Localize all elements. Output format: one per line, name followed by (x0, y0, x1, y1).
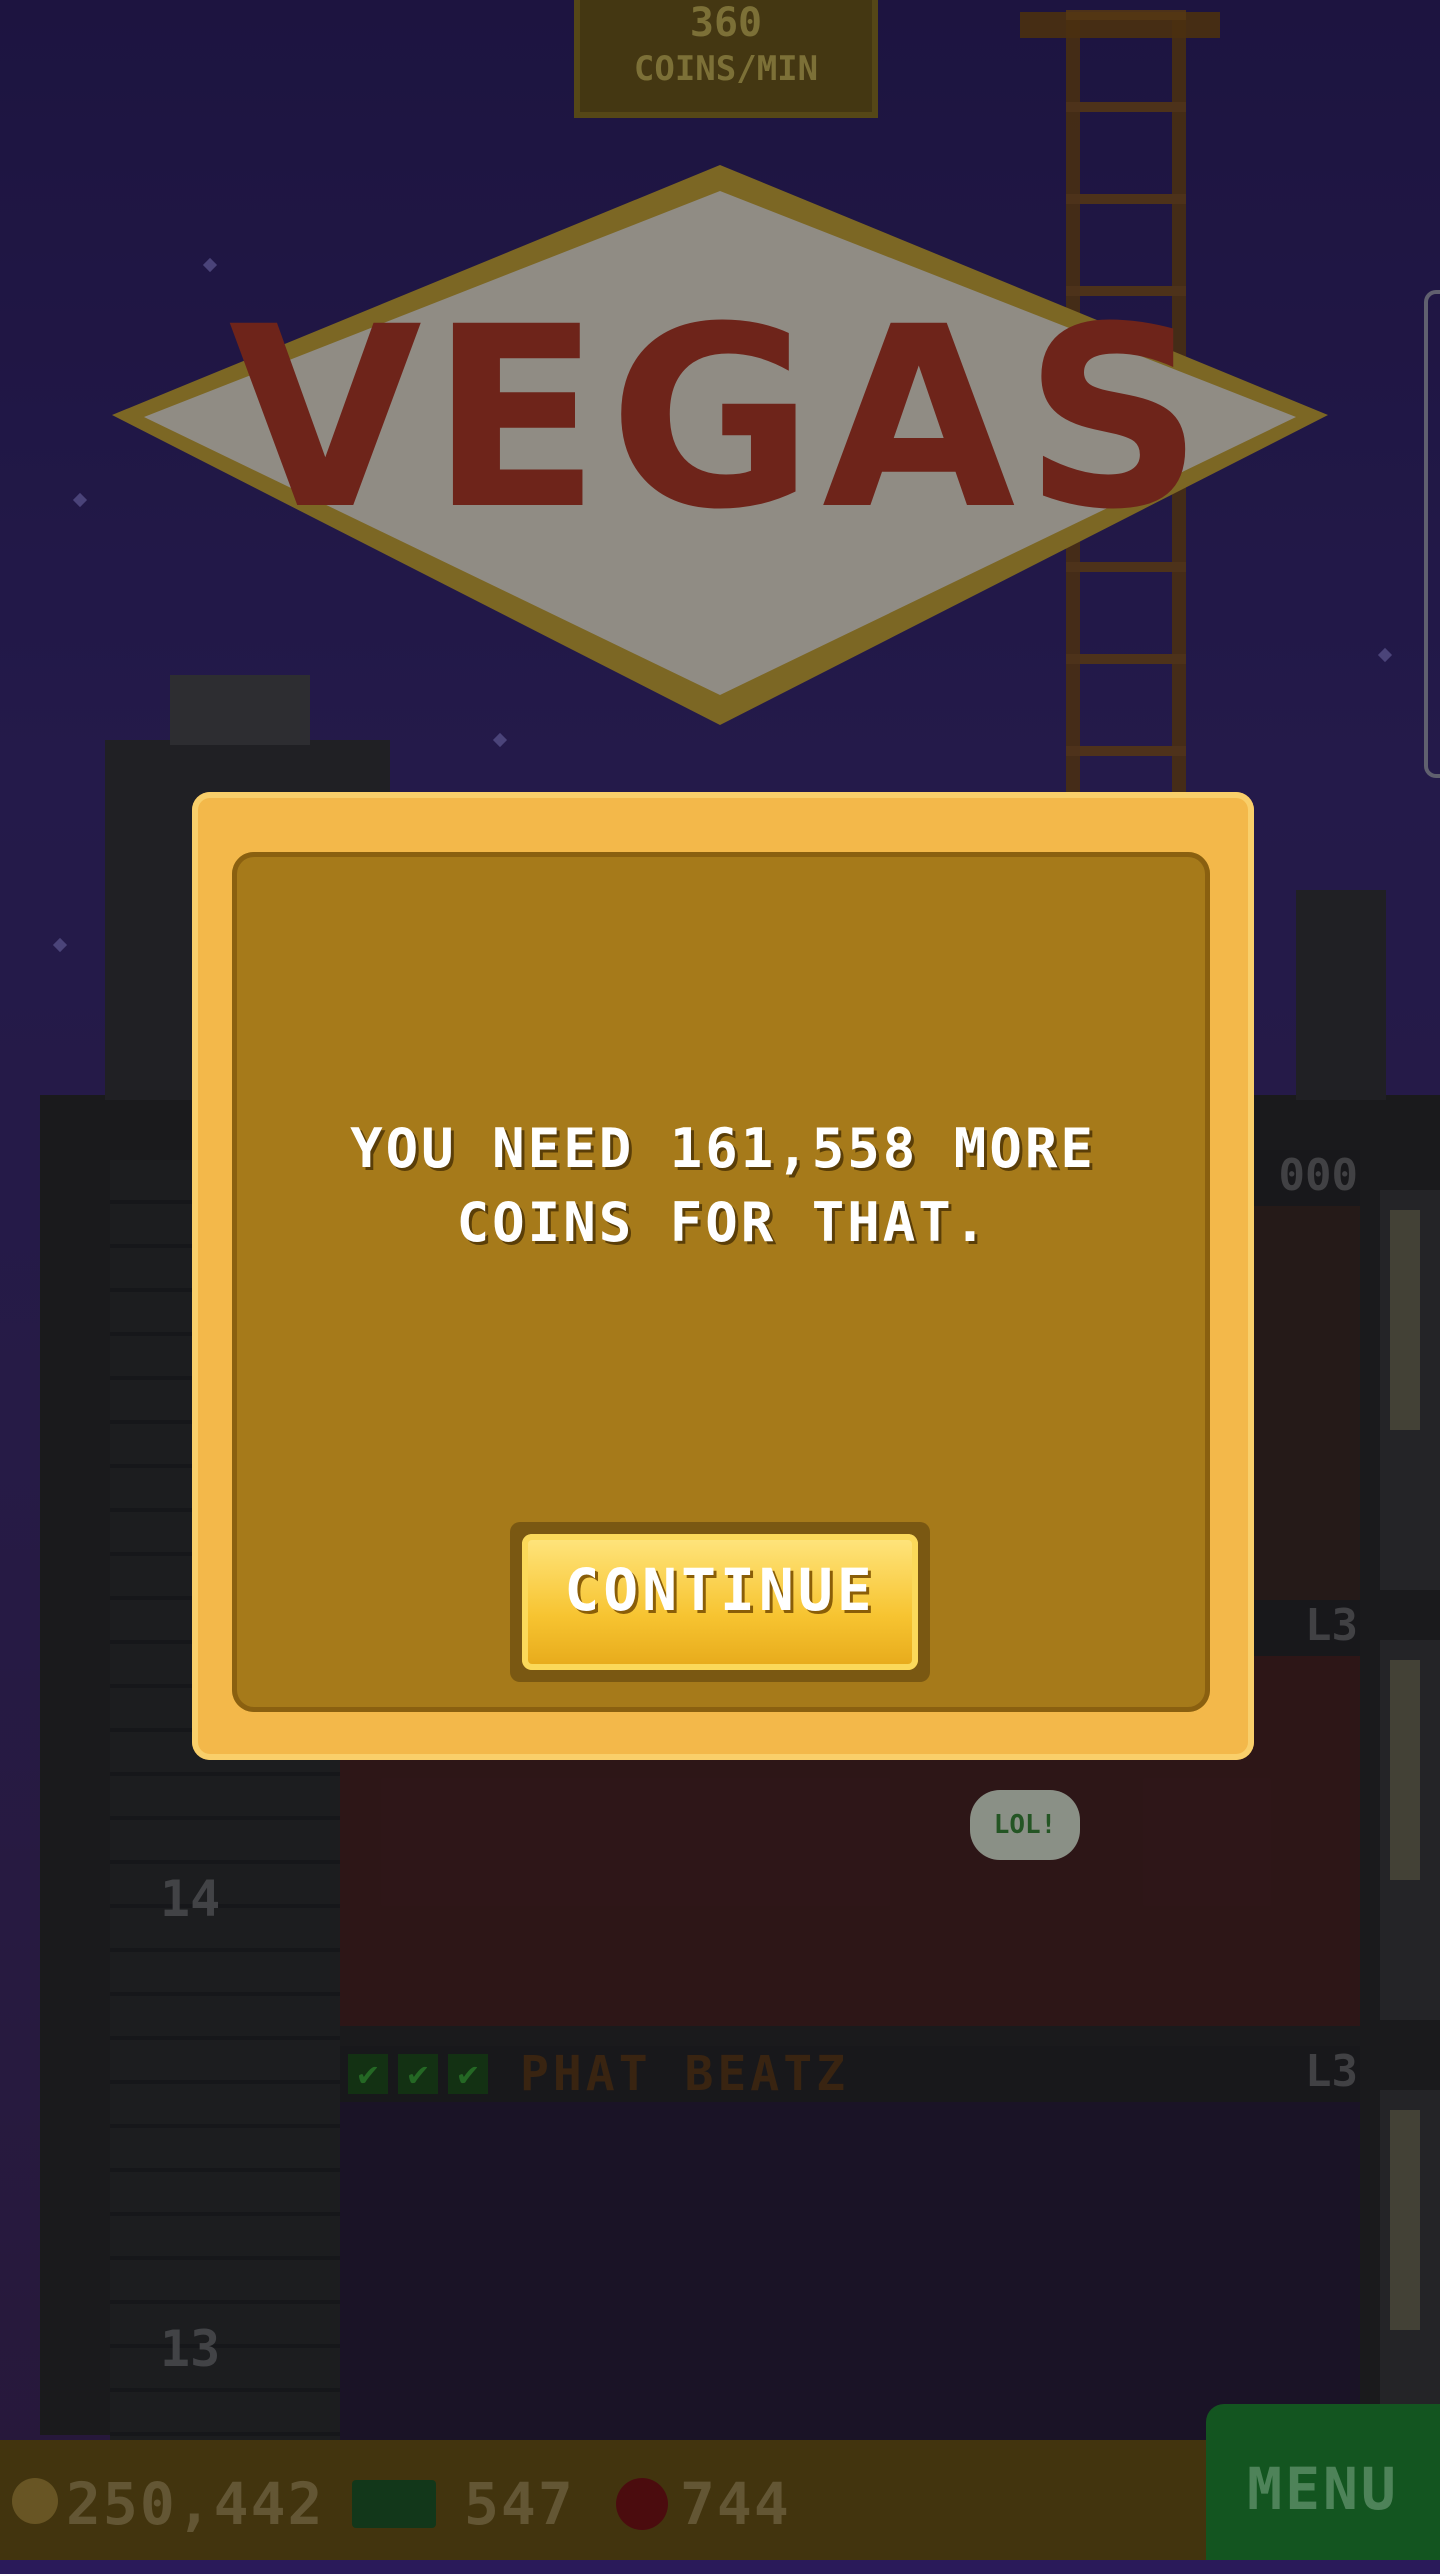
gem-icon (616, 2478, 668, 2530)
floor-number: 14 (160, 1870, 221, 1928)
coins-count: 250,442 (66, 2470, 325, 2538)
floor-room-music[interactable] (340, 2102, 1360, 2440)
coins-rate-value: 360 (689, 0, 763, 46)
coins-per-minute-badge: 360 COINS/MIN (574, 0, 878, 118)
coin-icon (12, 2478, 58, 2524)
floor-level-tag: L3 (1305, 2046, 1358, 2097)
floor-header (340, 2046, 1360, 2102)
floor-title: PHAT BEATZ (520, 2046, 849, 2102)
vegas-sign-graphic: VEGAS (112, 165, 1328, 725)
side-panel (1380, 2090, 1440, 2430)
roof-sign-box (170, 675, 310, 745)
insufficient-coins-dialog: YOU NEED 161,558 MORE COINS FOR THAT. CO… (192, 792, 1254, 1760)
dialog-message-line2: COINS FOR THAT. (456, 1191, 990, 1254)
floor-level-tag: L3 (1305, 1600, 1358, 1651)
menu-button[interactable]: MENU (1206, 2404, 1440, 2560)
checkmark-icon: ✔ (398, 2054, 438, 2094)
speech-bubble: LOL! (970, 1790, 1080, 1860)
checkmark-icon: ✔ (448, 2054, 488, 2094)
vegas-sign-text: VEGAS (229, 273, 1212, 564)
bux-count: 547 (464, 2470, 575, 2538)
roof-chimney (1296, 890, 1386, 1100)
side-panel (1380, 1190, 1440, 1590)
floor-partial-label: 000 (1278, 1150, 1358, 1201)
side-scroll-handle[interactable] (1424, 290, 1440, 778)
side-panel (1380, 1640, 1440, 2020)
bux-icon (352, 2480, 436, 2528)
vegas-sign: VEGAS (112, 165, 1328, 725)
continue-button-label: CONTINUE (564, 1556, 876, 1624)
checkmark-icon: ✔ (348, 2054, 388, 2094)
menu-button-label: MENU (1247, 2455, 1399, 2523)
gems-count: 744 (680, 2470, 791, 2538)
floor-number: 13 (160, 2320, 221, 2378)
dialog-message-line1: YOU NEED 161,558 MORE (350, 1117, 1096, 1180)
continue-button[interactable]: CONTINUE (510, 1522, 930, 1682)
coins-rate-unit: COINS/MIN (633, 49, 819, 89)
dialog-message: YOU NEED 161,558 MORE COINS FOR THAT. (192, 1112, 1254, 1260)
